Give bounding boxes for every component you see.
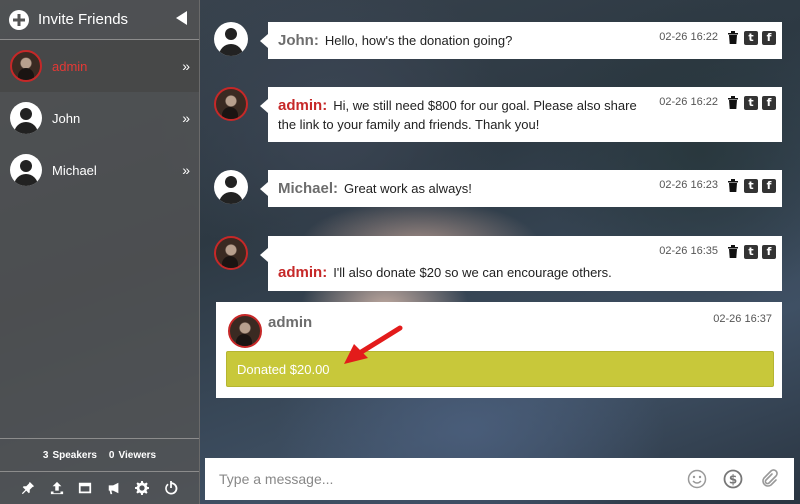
collapse-sidebar-icon[interactable] (176, 11, 187, 25)
avatar (10, 50, 42, 82)
chat-message: Michael: Great work as always! 02-26 16:2… (214, 170, 782, 207)
trash-icon[interactable] (726, 31, 740, 45)
trash-icon[interactable] (726, 96, 740, 110)
message-bubble: admin: I'll also donate $20 so we can enc… (260, 236, 782, 291)
message-author: admin (278, 97, 323, 114)
gear-icon[interactable] (133, 479, 151, 497)
avatar (10, 102, 42, 134)
trash-icon[interactable] (726, 179, 740, 193)
user-row-john[interactable]: John » (0, 92, 199, 144)
sidebar-toolbar (0, 472, 199, 504)
chat-message: John: Hello, how's the donation going? 02… (214, 22, 782, 59)
trash-icon[interactable] (726, 245, 740, 259)
message-bubble: Michael: Great work as always! 02-26 16:2… (260, 170, 782, 207)
expand-icon[interactable]: » (182, 110, 190, 126)
plus-icon[interactable] (9, 9, 29, 30)
avatar (214, 22, 248, 56)
pin-icon[interactable] (19, 479, 37, 497)
speakers-label: Speakers (52, 449, 97, 461)
author-colon: : (313, 32, 319, 49)
viewers-label: Viewers (118, 449, 157, 461)
power-icon[interactable] (162, 479, 180, 497)
donation-label: Donated $20.00 (237, 361, 330, 377)
author-colon: : (333, 180, 339, 197)
message-timestamp: 02-26 16:35 (659, 245, 718, 257)
invite-friends-label[interactable]: Invite Friends (38, 11, 128, 28)
user-row-admin[interactable]: admin » (0, 40, 199, 92)
avatar (228, 314, 262, 348)
message-author: John (278, 32, 314, 49)
dollar-icon[interactable]: $ (722, 468, 744, 490)
twitter-icon[interactable]: t (744, 178, 758, 193)
expand-icon[interactable]: » (182, 162, 190, 178)
message-author: admin (278, 264, 323, 281)
message-bubble: John: Hello, how's the donation going? 02… (260, 22, 782, 59)
donation-timestamp: 02-26 16:37 (713, 313, 772, 325)
red-arrow-annotation (344, 325, 403, 364)
message-timestamp: 02-26 16:23 (659, 179, 718, 191)
user-name: John (52, 110, 81, 126)
user-name: admin (52, 58, 88, 74)
message-composer: $ (205, 458, 794, 500)
attachment-icon[interactable] (758, 468, 780, 490)
message-timestamp: 02-26 16:22 (659, 31, 718, 43)
participant-counts: 3 Speakers 0 Viewers (0, 439, 199, 472)
author-colon: : (322, 264, 328, 281)
user-name: Michael (52, 162, 97, 178)
message-author: Michael (278, 180, 334, 197)
message-text: Hello, how's the donation going? (324, 33, 513, 48)
avatar (10, 154, 42, 186)
facebook-icon[interactable]: f (762, 244, 776, 259)
facebook-icon[interactable]: f (762, 30, 776, 45)
invite-friends-header[interactable]: Invite Friends (0, 0, 199, 40)
chat-message: admin: I'll also donate $20 so we can enc… (214, 236, 782, 291)
speakers-count: 3 (42, 449, 49, 461)
svg-text:$: $ (729, 473, 737, 487)
donation-card: admin 02-26 16:37 Donated $20.00 (216, 302, 782, 398)
avatar (214, 236, 248, 270)
viewers-count: 0 (108, 449, 115, 461)
message-bubble: admin: Hi, we still need $800 for our goa… (260, 87, 782, 143)
message-text: I'll also donate $20 so we can encourage… (333, 265, 612, 280)
author-colon: : (322, 97, 328, 114)
upload-icon[interactable] (48, 479, 66, 497)
user-row-michael[interactable]: Michael » (0, 144, 199, 196)
twitter-icon[interactable]: t (744, 95, 758, 110)
avatar (214, 170, 248, 204)
donation-author: admin (268, 314, 313, 331)
facebook-icon[interactable]: f (762, 178, 776, 193)
twitter-icon[interactable]: t (744, 244, 758, 259)
twitter-icon[interactable]: t (744, 30, 758, 45)
facebook-icon[interactable]: f (762, 95, 776, 110)
megaphone-icon[interactable] (105, 479, 123, 497)
message-text: Great work as always! (344, 181, 472, 196)
avatar (214, 87, 248, 121)
sidebar-footer: 3 Speakers 0 Viewers (0, 438, 199, 504)
chat-message: admin: Hi, we still need $800 for our goa… (214, 87, 782, 143)
message-timestamp: 02-26 16:22 (659, 96, 718, 108)
window-icon[interactable] (76, 479, 94, 497)
donation-bar: Donated $20.00 (226, 351, 774, 387)
message-text: Hi, we still need $800 for our goal. Ple… (278, 98, 637, 132)
emoji-icon[interactable] (686, 468, 708, 490)
sidebar: Invite Friends admin » John » Michael » … (0, 0, 200, 504)
expand-icon[interactable]: » (182, 58, 190, 74)
message-input[interactable] (219, 471, 672, 487)
